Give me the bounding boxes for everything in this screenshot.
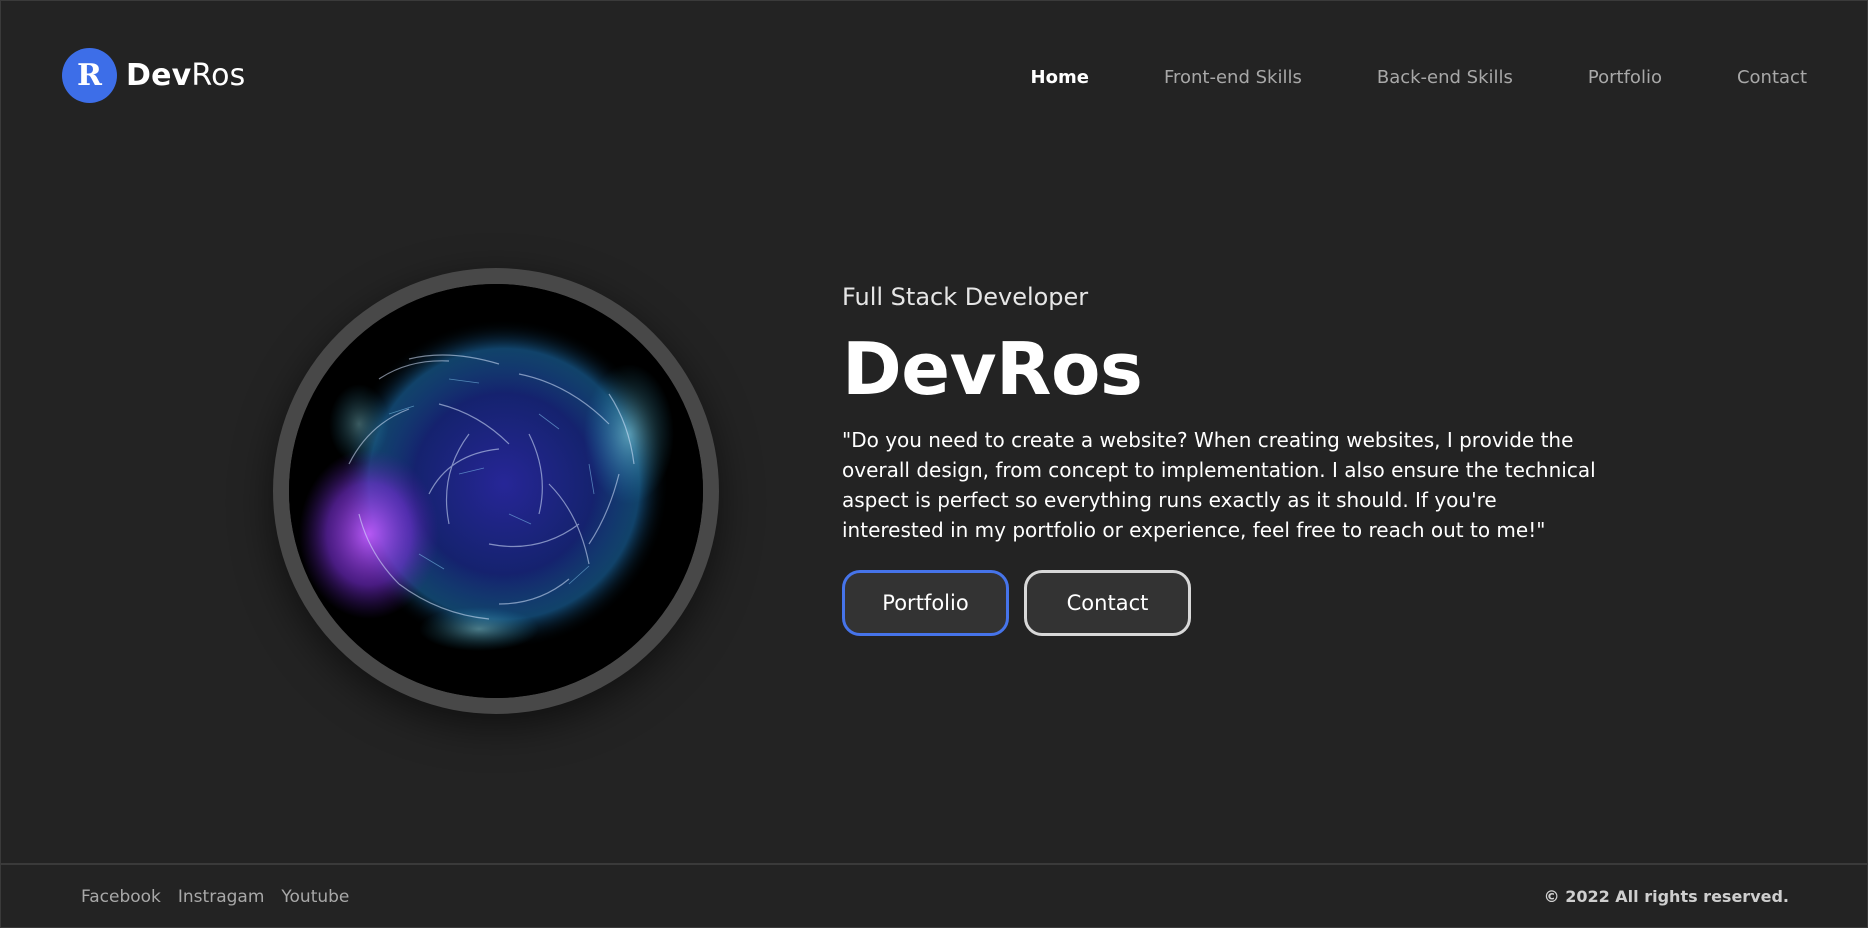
- hero-description: "Do you need to create a website? When c…: [842, 428, 1596, 542]
- social-links: Facebook Instragam Youtube: [81, 887, 366, 907]
- globe-graphic: [289, 284, 703, 698]
- nav-back-end-skills[interactable]: Back-end Skills: [1377, 67, 1513, 88]
- nav-home[interactable]: Home: [1031, 67, 1089, 88]
- footer-link-facebook[interactable]: Facebook: [81, 887, 161, 907]
- main-nav: Home Front-end Skills Back-end Skills Po…: [956, 67, 1807, 88]
- nav-contact[interactable]: Contact: [1737, 67, 1807, 88]
- hero-image-frame: [273, 268, 719, 714]
- brand-name-light: Ros: [191, 57, 246, 93]
- particle-globe-image: [289, 284, 703, 698]
- footer-link-instagram[interactable]: Instragam: [178, 887, 265, 907]
- hero-buttons: Portfolio Contact: [842, 570, 1602, 636]
- nav-portfolio[interactable]: Portfolio: [1588, 67, 1662, 88]
- hero-subtitle: Full Stack Developer: [842, 283, 1089, 311]
- brand-logo[interactable]: R DevRos: [62, 47, 246, 103]
- logo-badge-icon: R: [62, 47, 117, 103]
- brand-name: DevRos: [126, 58, 246, 93]
- nav-front-end-skills[interactable]: Front-end Skills: [1164, 67, 1302, 88]
- hero-content: Full Stack Developer DevRos "Do you need…: [842, 281, 1602, 636]
- site-footer: Facebook Instragam Youtube © 2022 All ri…: [1, 863, 1868, 928]
- brand-name-bold: Dev: [126, 57, 192, 93]
- contact-button[interactable]: Contact: [1024, 570, 1191, 636]
- footer-link-youtube[interactable]: Youtube: [281, 887, 349, 907]
- portfolio-button[interactable]: Portfolio: [842, 570, 1009, 636]
- copyright-text: © 2022 All rights reserved.: [1543, 887, 1789, 906]
- site-header: R DevRos Home Front-end Skills Back-end …: [1, 1, 1868, 151]
- hero-title: DevRos: [842, 327, 1143, 411]
